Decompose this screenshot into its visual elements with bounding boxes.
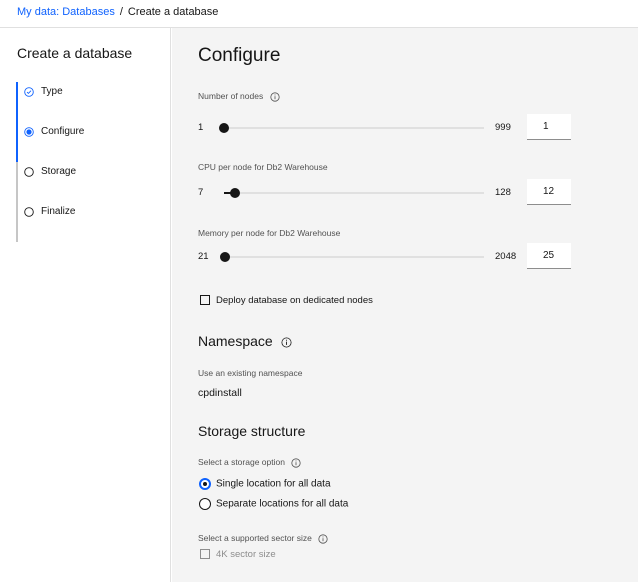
step-finalize[interactable]: Finalize — [16, 202, 166, 242]
memory-input[interactable] — [527, 243, 571, 269]
incomplete-step-icon — [24, 207, 34, 217]
nodes-min: 1 — [198, 122, 204, 133]
cpu-min: 7 — [198, 187, 204, 198]
step-label: Finalize — [41, 206, 76, 217]
step-type[interactable]: Type — [16, 82, 166, 122]
breadcrumb-separator: / — [119, 6, 123, 18]
nodes-slider-track[interactable] — [219, 123, 484, 133]
namespace-value: cpdinstall — [198, 387, 242, 399]
radio-button-selected[interactable] — [199, 478, 211, 490]
info-icon[interactable] — [269, 92, 280, 102]
namespace-label: Use an existing namespace — [198, 368, 303, 378]
memory-min: 21 — [198, 251, 209, 262]
checkmark-circle-icon — [24, 87, 34, 97]
memory-slider-thumb[interactable] — [219, 252, 230, 262]
nodes-input[interactable] — [527, 114, 571, 140]
memory-max: 2048 — [495, 251, 517, 262]
info-icon[interactable] — [281, 337, 292, 348]
cpu-slider-track[interactable] — [224, 188, 484, 198]
breadcrumb-link-databases[interactable]: My data: Databases — [17, 6, 115, 18]
sector-size-checkbox[interactable]: 4K sector size — [200, 549, 276, 563]
sidebar: Create a database Type Configure Storage — [0, 28, 171, 582]
radio-button[interactable] — [199, 498, 211, 510]
configure-panel: Configure Number of nodes 1 999 CPU per … — [172, 28, 638, 582]
cpu-label: CPU per node for Db2 Warehouse — [198, 162, 328, 172]
storage-option-label-text: Select a storage option — [198, 457, 285, 467]
sidebar-title: Create a database — [17, 45, 133, 61]
storage-option-label: Select a storage option — [198, 457, 301, 468]
current-step-icon — [24, 127, 34, 137]
namespace-title: Namespace — [198, 333, 273, 349]
cpu-max: 128 — [495, 187, 511, 198]
step-label: Type — [41, 86, 63, 97]
namespace-heading: Namespace — [198, 333, 292, 349]
cpu-input[interactable] — [527, 179, 571, 205]
page-title: Configure — [198, 45, 281, 66]
incomplete-step-icon — [24, 167, 34, 177]
radio-label: Single location for all data — [216, 478, 331, 490]
progress-steps: Type Configure Storage Finalize — [16, 82, 166, 242]
breadcrumb-current: Create a database — [127, 6, 219, 18]
breadcrumb: My data: Databases / Create a database — [0, 0, 638, 28]
sector-size-label: Select a supported sector size — [198, 533, 328, 544]
cpu-slider-thumb[interactable] — [229, 188, 240, 198]
nodes-label-text: Number of nodes — [198, 91, 264, 101]
dedicated-nodes-label: Deploy database on dedicated nodes — [216, 295, 373, 306]
dedicated-nodes-checkbox[interactable]: Deploy database on dedicated nodes — [200, 295, 373, 309]
radio-label: Separate locations for all data — [216, 498, 349, 510]
step-storage[interactable]: Storage — [16, 162, 166, 202]
info-icon[interactable] — [318, 534, 328, 544]
step-label: Storage — [41, 166, 77, 177]
radio-single-location[interactable]: Single location for all data — [199, 478, 331, 492]
memory-slider-track[interactable] — [219, 252, 484, 262]
memory-slider: 21 2048 — [198, 243, 578, 271]
step-configure[interactable]: Configure — [16, 122, 166, 162]
radio-separate-locations[interactable]: Separate locations for all data — [199, 498, 348, 512]
cpu-slider: 7 128 — [198, 179, 578, 207]
nodes-max: 999 — [495, 122, 511, 133]
sector-size-option: 4K sector size — [216, 549, 276, 560]
sector-size-label-text: Select a supported sector size — [198, 533, 312, 543]
nodes-slider: 1 999 — [198, 114, 578, 142]
storage-heading: Storage structure — [198, 423, 306, 439]
nodes-label: Number of nodes — [198, 91, 280, 102]
checkbox-box[interactable] — [200, 295, 210, 306]
step-label: Configure — [41, 126, 85, 137]
info-icon[interactable] — [291, 458, 301, 468]
nodes-slider-thumb[interactable] — [219, 123, 229, 133]
memory-label: Memory per node for Db2 Warehouse — [198, 228, 341, 238]
checkbox-box[interactable] — [200, 549, 210, 560]
